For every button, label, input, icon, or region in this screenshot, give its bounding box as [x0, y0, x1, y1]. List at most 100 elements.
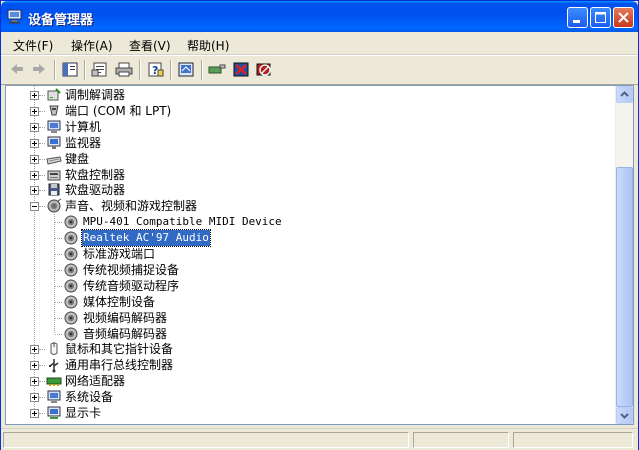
- scroll-down-button[interactable]: [616, 407, 633, 424]
- tree-device[interactable]: 标准游戏端口: [6, 246, 611, 262]
- tree-device[interactable]: 音频编码解码器: [6, 326, 611, 342]
- menu-file[interactable]: 文件(F): [13, 37, 53, 54]
- expand-toggle[interactable]: [30, 122, 39, 132]
- tree-category[interactable]: 声音、视频和游戏控制器: [6, 198, 611, 214]
- tree-device[interactable]: 传统音频驱动程序: [6, 278, 611, 294]
- tree-device[interactable]: 视频编码解码器: [6, 310, 611, 326]
- svg-text:?: ?: [152, 64, 158, 77]
- tree-category[interactable]: 键盘: [6, 151, 611, 167]
- expand-toggle[interactable]: [30, 106, 39, 116]
- system-device-icon: [47, 390, 61, 404]
- tree-device-label: 媒体控制设备: [83, 294, 156, 309]
- display-adapter-icon: [47, 406, 61, 419]
- floppy-drive-icon: [48, 183, 60, 196]
- tree-category[interactable]: 系统设备: [6, 389, 611, 405]
- mouse-icon: [50, 342, 58, 356]
- tree-category[interactable]: 软盘控制器: [6, 167, 611, 183]
- chevron-down-icon: [620, 413, 629, 419]
- maximize-icon: [595, 12, 606, 23]
- tree-device[interactable]: Realtek AC'97 Audio: [6, 229, 611, 248]
- scan-hardware-icon[interactable]: [177, 61, 195, 78]
- keyboard-icon: [46, 156, 62, 165]
- scroll-up-button[interactable]: [616, 86, 633, 103]
- modem-icon: [47, 88, 61, 101]
- tree-category-label: 端口 (COM 和 LPT): [65, 103, 172, 118]
- speaker-icon: [64, 327, 78, 340]
- status-pane-2: [413, 432, 509, 448]
- minimize-button[interactable]: [567, 7, 588, 28]
- monitor-icon: [47, 136, 61, 149]
- tree-category-label: 调制解调器: [65, 88, 126, 102]
- properties-icon[interactable]: [91, 61, 109, 78]
- speaker-icon: [64, 279, 78, 293]
- tree-category[interactable]: 计算机: [6, 119, 611, 135]
- device-tree-pane[interactable]: 调制解调器 端口 (COM 和 LPT) 计算机 监视器 键盘 软盘控制器 软盘驱动器 声音、…: [5, 85, 634, 425]
- tree-device[interactable]: 传统视频捕捉设备: [6, 262, 611, 278]
- expand-toggle[interactable]: [30, 409, 39, 418]
- close-button[interactable]: [613, 7, 634, 28]
- help-icon[interactable]: ?: [146, 61, 164, 78]
- collapse-toggle[interactable]: [30, 202, 39, 212]
- tree-device-label: MPU-401 Compatible MIDI Device: [83, 215, 282, 229]
- expand-toggle[interactable]: [30, 154, 39, 164]
- vertical-scrollbar[interactable]: [615, 86, 633, 424]
- uninstall-icon[interactable]: [232, 61, 250, 78]
- close-icon: [618, 12, 629, 23]
- expand-toggle[interactable]: [30, 361, 39, 371]
- scroll-thumb[interactable]: [616, 166, 633, 407]
- minimize-icon: [573, 20, 580, 23]
- tree-device[interactable]: 媒体控制设备: [6, 294, 611, 310]
- speaker-icon: [64, 311, 78, 325]
- network-adapter-icon: [46, 377, 62, 387]
- disable-icon[interactable]: [255, 61, 273, 78]
- forward-arrow-icon[interactable]: [30, 61, 48, 78]
- speaker-icon: [64, 231, 78, 245]
- speaker-icon: [64, 247, 78, 261]
- update-driver-icon[interactable]: [208, 61, 226, 78]
- expand-toggle[interactable]: [30, 170, 39, 180]
- tree-category-label: 显示卡: [65, 406, 102, 420]
- tree-device[interactable]: MPU-401 Compatible MIDI Device: [6, 214, 611, 230]
- show-hide-console-tree-icon[interactable]: [61, 61, 79, 78]
- tree-category-label: 软盘驱动器: [65, 183, 126, 198]
- floppy-controller-icon: [47, 170, 61, 180]
- tree-category-label: 网络适配器: [65, 374, 126, 389]
- menu-help[interactable]: 帮助(H): [187, 37, 229, 54]
- menu-view[interactable]: 查看(V): [129, 37, 171, 54]
- usb-icon: [49, 359, 59, 373]
- expand-toggle[interactable]: [30, 377, 39, 387]
- tree-device-label: 传统视频捕捉设备: [83, 262, 180, 277]
- tree-device-label: 传统音频驱动程序: [83, 278, 180, 293]
- tree-category-label: 声音、视频和游戏控制器: [65, 199, 198, 214]
- device-manager-window: 设备管理器 文件(F) 操作(A) 查看(V) 帮助(H) ? 调制解调器 端口…: [0, 0, 639, 450]
- expand-toggle[interactable]: [30, 186, 39, 196]
- tree-category[interactable]: 软盘驱动器: [6, 182, 611, 198]
- menu-action[interactable]: 操作(A): [71, 37, 113, 54]
- tree-device-label: 标准游戏端口: [83, 247, 156, 261]
- back-arrow-icon[interactable]: [8, 61, 26, 78]
- tree-category[interactable]: 监视器: [6, 135, 611, 151]
- expand-toggle[interactable]: [30, 345, 39, 355]
- tree-category-label: 系统设备: [65, 390, 114, 405]
- print-icon[interactable]: [115, 61, 133, 78]
- expand-toggle[interactable]: [30, 393, 39, 403]
- expand-toggle[interactable]: [30, 91, 39, 100]
- expand-toggle[interactable]: [30, 138, 39, 148]
- maximize-button[interactable]: [590, 7, 611, 28]
- tree-category[interactable]: 鼠标和其它指针设备: [6, 341, 611, 357]
- tree-category[interactable]: 调制解调器: [6, 87, 611, 103]
- device-manager-icon: [7, 9, 22, 24]
- tree-device-label: 视频编码解码器: [83, 310, 168, 325]
- tree-category[interactable]: 端口 (COM 和 LPT): [6, 103, 611, 119]
- tree-category-label: 通用串行总线控制器: [65, 358, 174, 373]
- title-bar[interactable]: 设备管理器: [1, 1, 638, 32]
- tree-device-label: 音频编码解码器: [83, 326, 168, 341]
- status-pane-3: [513, 432, 633, 448]
- tree-category-label: 鼠标和其它指针设备: [65, 342, 174, 357]
- tree-category[interactable]: 网络适配器: [6, 373, 611, 389]
- chevron-up-icon: [620, 91, 629, 97]
- window-title: 设备管理器: [28, 13, 94, 28]
- tree-category[interactable]: 显示卡: [6, 405, 611, 421]
- speaker-icon: [64, 215, 78, 229]
- tree-category[interactable]: 通用串行总线控制器: [6, 357, 611, 373]
